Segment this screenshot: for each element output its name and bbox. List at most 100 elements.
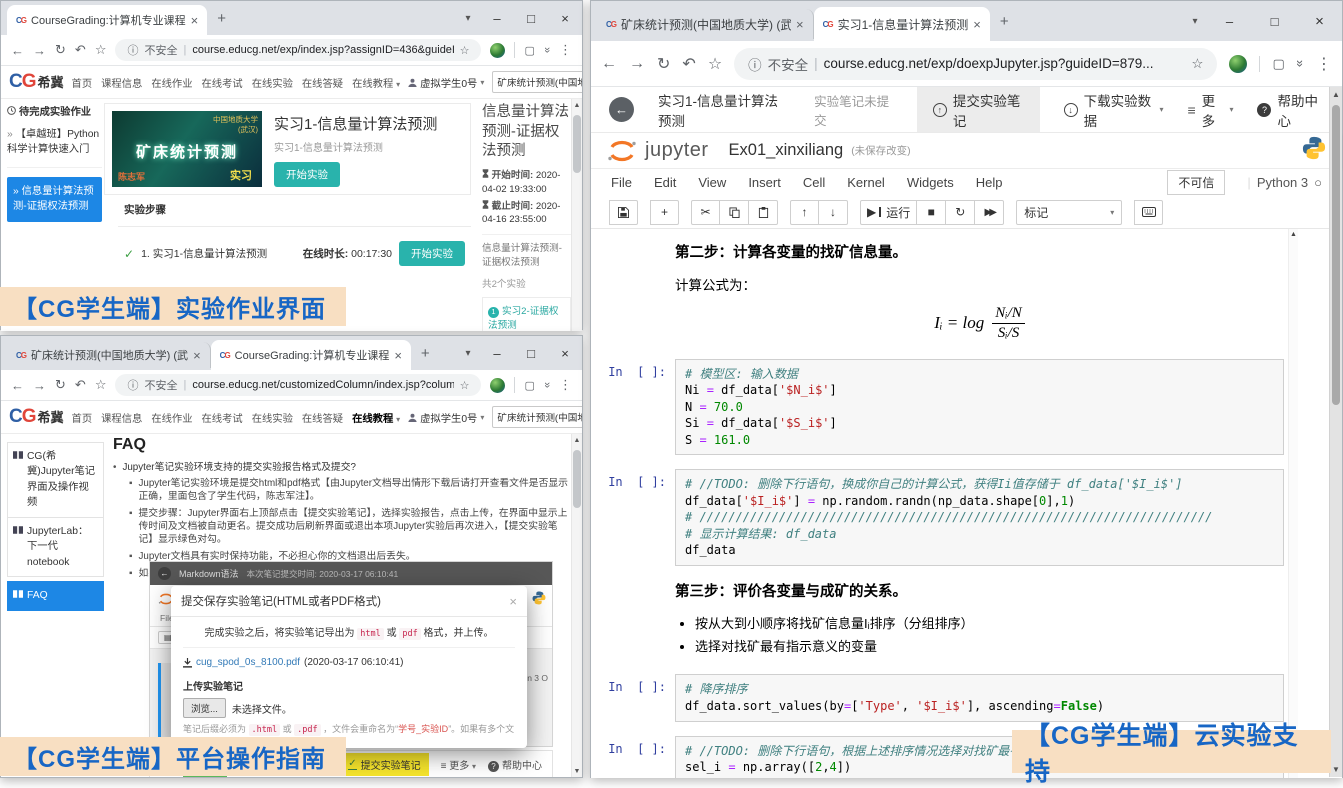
nav-experiment[interactable]: 在线实验 [252, 410, 293, 425]
forward-icon[interactable]: → [33, 378, 46, 393]
titlebar[interactable]: CG 矿床统计预测(中国地质大学) (武 × CG 实习1-信息量计算法预测 ×… [591, 1, 1342, 41]
nav-homework[interactable]: 在线作业 [151, 410, 192, 425]
scroll-up-icon[interactable]: ▲ [1289, 229, 1298, 238]
idm-extension-icon[interactable] [490, 378, 505, 393]
minimize-button[interactable]: – [480, 336, 514, 370]
nav-home[interactable]: 首页 [72, 75, 93, 90]
interrupt-kernel-button[interactable]: ■ [917, 200, 946, 225]
new-tab-button[interactable]: + [207, 10, 236, 27]
minimize-button[interactable]: – [480, 1, 514, 35]
tab-close-icon[interactable]: × [394, 348, 402, 363]
bookmark-star-icon[interactable]: ☆ [460, 44, 470, 57]
notebook-scrollbar[interactable]: ▲ [1288, 229, 1298, 778]
new-tab-button[interactable]: + [411, 345, 440, 362]
forward-icon[interactable]: → [629, 55, 645, 73]
nav-experiment[interactable]: 在线实验 [252, 75, 293, 90]
more-menu[interactable]: ≡ 更多▾ [1187, 87, 1233, 132]
browser-menu-icon[interactable]: ⋮ [559, 377, 572, 393]
dialog-close-icon[interactable]: × [509, 594, 517, 609]
tab-close-icon[interactable]: × [973, 17, 981, 32]
command-palette-button[interactable] [1134, 200, 1163, 225]
sidebar-item-info-prediction[interactable]: » 信息量计算法预测-证据权法预测 [7, 177, 102, 222]
browser-menu-icon[interactable]: ⋮ [1316, 54, 1332, 74]
nav-exam[interactable]: 在线考试 [202, 75, 243, 90]
scroll-thumb[interactable] [573, 450, 581, 508]
browser-tab[interactable]: CG CourseGrading:计算机专业课程 × [7, 5, 207, 35]
tab-close-icon[interactable]: × [796, 17, 804, 32]
bookmark-star-icon[interactable]: ☆ [460, 379, 470, 392]
menu-insert[interactable]: Insert [748, 175, 781, 190]
cell-type-select[interactable]: 标记▾ [1016, 200, 1122, 225]
browser-tab-inactive[interactable]: CG 矿床统计预测(中国地质大学) (武 × [7, 342, 211, 368]
help-center[interactable]: ? 帮助中心 [1257, 87, 1324, 132]
scroll-up-icon[interactable]: ▲ [1330, 87, 1342, 99]
notebook-filename[interactable]: Ex01_xinxiliang [729, 141, 844, 160]
start-experiment-button[interactable]: 开始实验 [399, 241, 465, 266]
tab-close-icon[interactable]: × [193, 348, 201, 363]
browser-menu-icon[interactable]: ⋮ [559, 42, 572, 58]
forward-icon[interactable]: → [33, 43, 46, 58]
back-icon[interactable]: ← [11, 43, 24, 58]
menu-widgets[interactable]: Widgets [907, 175, 954, 190]
nav-tutorial[interactable]: 在线教程 ▾ [352, 75, 400, 90]
download-data-button[interactable]: ↓ 下载实验数据▾ [1064, 87, 1164, 132]
user-menu[interactable]: 虚拟学生0号▾ [408, 410, 484, 425]
back-icon[interactable]: ← [601, 55, 617, 73]
window-dropdown-icon[interactable]: ▾ [456, 1, 480, 35]
cg-logo[interactable]: CG 希冀 [9, 71, 64, 93]
cut-cell-button[interactable]: ✂ [691, 200, 720, 225]
submit-notebook-button[interactable]: ↑ 提交实验笔记 [917, 87, 1040, 132]
history-icon[interactable]: ↶ [75, 377, 86, 393]
nav-course-info[interactable]: 课程信息 [101, 410, 142, 425]
maximize-button[interactable]: □ [514, 1, 548, 35]
window-dropdown-icon[interactable]: ▾ [1183, 1, 1207, 41]
browser-tab-inactive[interactable]: CG 矿床统计预测(中国地质大学) (武 × [597, 9, 814, 39]
browser-tab-active[interactable]: CG CourseGrading:计算机专业课程 × [211, 340, 411, 370]
scroll-down-icon[interactable]: ▼ [572, 768, 582, 775]
add-cell-button[interactable]: + [650, 200, 679, 225]
bookmark-icon[interactable]: ☆ [708, 54, 722, 74]
code-editor[interactable]: # 模型区: 输入数据Ni = df_data['$N_i$']N = 70.0… [675, 359, 1284, 456]
code-editor[interactable]: # //TODO: 删除下行语句，换成你自己的计算公式，获得Ii值存储于 df_… [675, 469, 1284, 566]
trust-button[interactable]: 不可信 [1167, 170, 1225, 195]
jupyter-brand[interactable]: jupyter [645, 139, 709, 162]
capture-extension-icon[interactable]: ▢ [524, 44, 534, 57]
reload-icon[interactable]: ↻ [55, 42, 66, 58]
idm-extension-icon[interactable] [1229, 55, 1247, 73]
capture-extension-icon[interactable]: ▢ [524, 379, 534, 392]
new-tab-button[interactable]: + [990, 13, 1019, 30]
sidebar-item-faq[interactable]: FAQ [7, 581, 104, 610]
tab-close-icon[interactable]: × [191, 13, 199, 28]
nav-tutorial-active[interactable]: 在线教程 ▾ [352, 410, 400, 425]
bookmark-icon[interactable]: ☆ [95, 42, 107, 58]
window-dropdown-icon[interactable]: ▾ [456, 336, 480, 370]
history-icon[interactable]: ↶ [682, 54, 695, 74]
close-button[interactable]: × [1297, 1, 1342, 41]
bookmark-icon[interactable]: ☆ [95, 377, 107, 393]
browse-button[interactable]: 浏览... [183, 698, 226, 718]
history-icon[interactable]: ↶ [75, 42, 86, 58]
reload-icon[interactable]: ↻ [55, 377, 66, 393]
scroll-up-icon[interactable]: ▲ [572, 434, 582, 444]
run-cell-button[interactable]: ▶ 运行 [860, 200, 917, 225]
capture-extension-icon[interactable]: ▢ [1272, 56, 1284, 72]
back-button[interactable]: ← [609, 97, 634, 122]
sidebar-item-jupyter-video[interactable]: CG(希冀)Jupyter笔记界面及操作视频 [7, 442, 104, 518]
menu-view[interactable]: View [698, 175, 726, 190]
menu-cell[interactable]: Cell [803, 175, 825, 190]
nav-exam[interactable]: 在线考试 [202, 410, 243, 425]
save-button[interactable] [609, 200, 638, 225]
extensions-overflow-icon[interactable]: » [1293, 60, 1308, 67]
scroll-thumb[interactable] [573, 115, 581, 173]
page-scrollbar[interactable]: ▲ [571, 99, 582, 331]
copy-cell-button[interactable] [720, 200, 749, 225]
user-menu[interactable]: 虚拟学生0号▾ [408, 75, 484, 90]
start-experiment-button[interactable]: 开始实验 [274, 162, 340, 187]
scroll-up-icon[interactable]: ▲ [572, 99, 582, 109]
menu-help[interactable]: Help [976, 175, 1003, 190]
close-button[interactable]: × [548, 336, 582, 370]
nav-course-info[interactable]: 课程信息 [101, 75, 142, 90]
course-select[interactable]: 矿床统计预测(中国地质大学) (武汉)▾ [492, 406, 582, 428]
maximize-button[interactable]: □ [514, 336, 548, 370]
close-button[interactable]: × [548, 1, 582, 35]
